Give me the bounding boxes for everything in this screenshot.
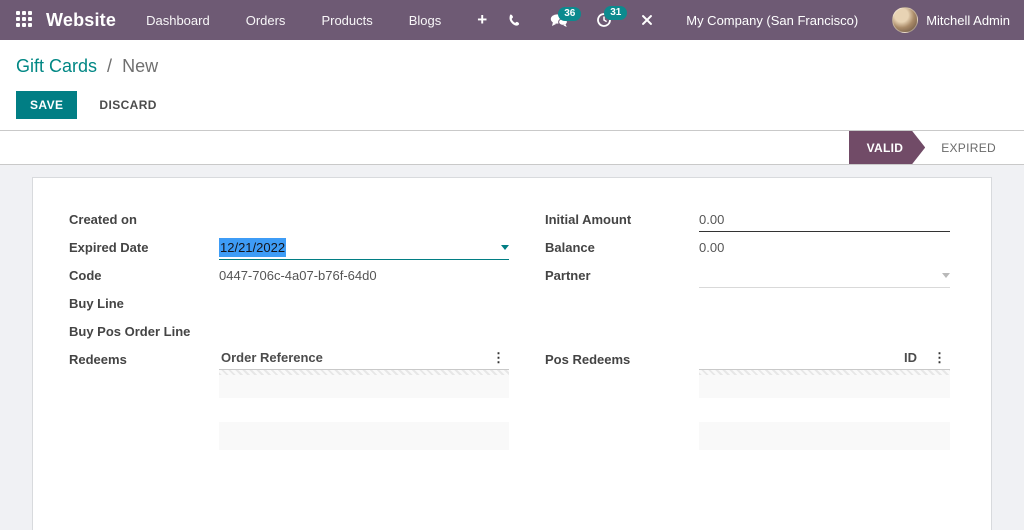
control-panel: Gift Cards / New SAVE DISCARD xyxy=(0,40,1024,130)
redeems-table: Order Reference ⋮ xyxy=(219,350,509,450)
balance-value: 0.00 xyxy=(699,240,725,255)
pos-redeems-options-icon[interactable]: ⋮ xyxy=(933,350,946,365)
pos-redeems-column-id[interactable]: ID xyxy=(904,350,917,365)
datepicker-caret-icon[interactable] xyxy=(501,245,509,250)
redeems-row-gap xyxy=(219,398,509,422)
action-buttons: SAVE DISCARD xyxy=(16,91,1008,119)
navbar-systray: 36 31 My Company (San Francisco) Mitchel… xyxy=(497,6,1010,33)
pos-redeems-label: Pos Redeems xyxy=(545,352,631,367)
redeems-label: Redeems xyxy=(69,352,127,367)
buy-pos-order-line-label: Buy Pos Order Line xyxy=(69,324,191,339)
user-avatar xyxy=(892,7,919,33)
expired-date-input[interactable]: 12/21/2022 xyxy=(219,238,509,260)
breadcrumb-separator: / xyxy=(107,56,113,76)
created-on-label: Created on xyxy=(69,212,137,227)
redeems-column-order-reference[interactable]: Order Reference xyxy=(221,350,323,365)
plus-icon[interactable]: + xyxy=(477,10,487,30)
pos-redeems-row-empty xyxy=(699,370,950,398)
status-valid[interactable]: VALID xyxy=(849,131,926,164)
user-menu[interactable]: Mitchell Admin xyxy=(892,7,1010,33)
field-pos-redeems: Pos Redeems ID ⋮ xyxy=(545,350,950,450)
field-buy-pos-order-line: Buy Pos Order Line xyxy=(69,322,509,350)
field-created-on: Created on xyxy=(69,210,509,238)
form-column-left: Created on Expired Date 12/21/2022 Code … xyxy=(69,210,509,450)
activities-icon[interactable]: 31 xyxy=(586,6,628,32)
pos-redeems-row-empty xyxy=(699,422,950,450)
status-expired[interactable]: EXPIRED xyxy=(925,131,1010,164)
redeems-options-icon[interactable]: ⋮ xyxy=(492,350,505,365)
top-navbar: Website Dashboard Orders Products Blogs … xyxy=(0,0,1024,40)
tools-icon[interactable] xyxy=(630,9,664,31)
code-label: Code xyxy=(69,268,102,283)
partner-dropdown-caret-icon[interactable] xyxy=(942,273,950,278)
balance-label: Balance xyxy=(545,240,595,255)
discard-button[interactable]: DISCARD xyxy=(87,91,168,119)
buy-line-label: Buy Line xyxy=(69,296,124,311)
field-code: Code 0447-706c-4a07-b76f-64d0 xyxy=(69,266,509,294)
initial-amount-input[interactable]: 0.00 xyxy=(699,210,950,232)
form-column-right: Initial Amount 0.00 Balance 0.00 Partner xyxy=(545,210,950,450)
apps-menu-icon[interactable] xyxy=(16,11,34,29)
phone-icon[interactable] xyxy=(497,9,532,32)
user-name: Mitchell Admin xyxy=(926,12,1010,28)
menu-item-blogs[interactable]: Blogs xyxy=(409,13,442,28)
company-switcher[interactable]: My Company (San Francisco) xyxy=(686,13,858,28)
messages-badge: 36 xyxy=(558,6,582,21)
redeems-row-empty xyxy=(219,370,509,398)
menu-item-orders[interactable]: Orders xyxy=(246,13,286,28)
field-redeems: Redeems Order Reference ⋮ xyxy=(69,350,509,450)
pos-redeems-row-gap xyxy=(699,398,950,422)
form-content: Created on Expired Date 12/21/2022 Code … xyxy=(0,165,1024,530)
save-button[interactable]: SAVE xyxy=(16,91,78,119)
menu-item-dashboard[interactable]: Dashboard xyxy=(146,13,210,28)
field-expired-date: Expired Date 12/21/2022 xyxy=(69,238,509,266)
expired-date-selected-text: 12/21/2022 xyxy=(219,238,287,257)
partner-input[interactable] xyxy=(699,266,950,288)
form-sheet: Created on Expired Date 12/21/2022 Code … xyxy=(32,177,992,530)
statusbar: VALID EXPIRED xyxy=(0,130,1024,165)
main-menu: Dashboard Orders Products Blogs xyxy=(146,13,441,28)
code-value: 0447-706c-4a07-b76f-64d0 xyxy=(219,268,377,283)
field-buy-line: Buy Line xyxy=(69,294,509,322)
breadcrumb: Gift Cards / New xyxy=(16,53,1008,79)
field-initial-amount: Initial Amount 0.00 xyxy=(545,210,950,238)
menu-item-products[interactable]: Products xyxy=(321,13,372,28)
breadcrumb-current: New xyxy=(122,56,159,76)
field-balance: Balance 0.00 xyxy=(545,238,950,266)
breadcrumb-gift-cards[interactable]: Gift Cards xyxy=(16,56,97,76)
partner-label: Partner xyxy=(545,268,591,283)
redeems-row-empty xyxy=(219,422,509,450)
initial-amount-label: Initial Amount xyxy=(545,212,632,227)
pos-redeems-table: ID ⋮ xyxy=(699,350,950,450)
messages-icon[interactable]: 36 xyxy=(540,6,582,32)
expired-date-label: Expired Date xyxy=(69,240,149,255)
app-title[interactable]: Website xyxy=(46,10,116,31)
field-partner: Partner xyxy=(545,266,950,294)
activities-badge: 31 xyxy=(604,6,628,20)
